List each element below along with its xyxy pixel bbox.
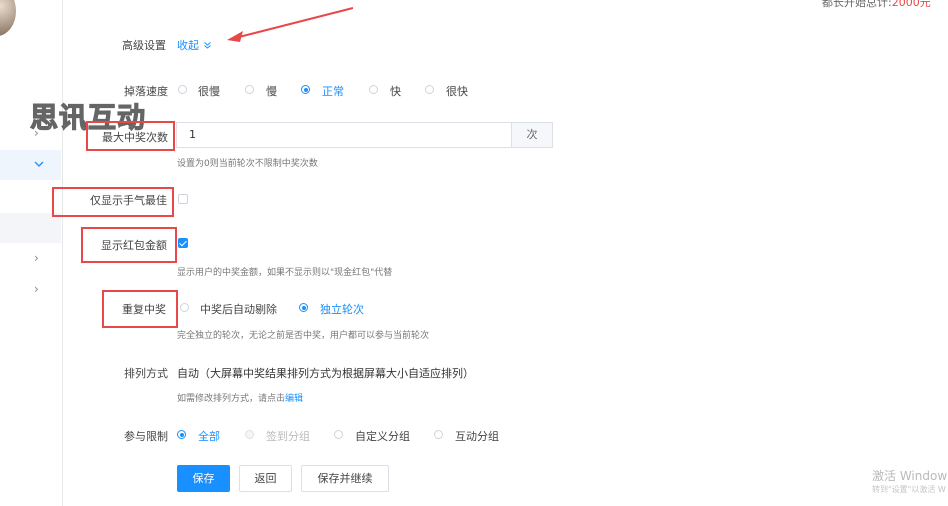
speed-option-fast[interactable]: 快	[390, 83, 401, 99]
sidebar: › › ›	[0, 0, 63, 506]
speed-option-very-slow[interactable]: 很慢	[198, 83, 220, 99]
participation-option-all[interactable]: 全部	[198, 428, 220, 444]
total-summary: 都长开始总计:2000元	[822, 0, 931, 10]
max-wins-hint: 设置为0则当前轮次不限制中奖次数	[177, 159, 318, 169]
participation-option-checkin: 签到分组	[266, 430, 310, 443]
only-best-checkbox[interactable]	[178, 194, 188, 204]
os-activation-title: 激活 Window	[872, 469, 948, 483]
repeat-option-auto-remove[interactable]: 中奖后自动剔除	[200, 301, 277, 317]
repeat-radio-auto-remove[interactable]	[180, 303, 189, 312]
participation-radio-all[interactable]	[177, 430, 186, 439]
annotation-box-only-best	[52, 187, 174, 217]
double-chevron-down-icon	[203, 42, 211, 49]
back-button[interactable]: 返回	[239, 465, 292, 492]
annotation-box-show-amount	[81, 227, 177, 263]
max-wins-unit: 次	[511, 122, 553, 148]
os-activation-hint: 转到"设置"以激活 W	[872, 485, 946, 494]
show-amount-hint: 显示用户的中奖金额，如果不显示则以"现金红包"代替	[177, 268, 393, 278]
collapse-toggle[interactable]: 收起	[177, 37, 212, 53]
total-label: 都长开始总计:	[822, 0, 892, 9]
repeat-option-independent[interactable]: 独立轮次	[320, 301, 364, 317]
arrange-edit-link[interactable]: 编辑	[285, 394, 303, 404]
arrange-value: 自动（大屏幕中奖结果排列方式为根据屏幕大小自适应排列）	[177, 367, 474, 380]
chevron-down-icon	[34, 161, 44, 167]
participation-radio-interactive[interactable]	[434, 430, 443, 439]
save-continue-button[interactable]: 保存并继续	[301, 465, 389, 492]
participation-radio-custom[interactable]	[334, 430, 343, 439]
advanced-settings-label: 高级设置	[122, 39, 166, 52]
drop-speed-label: 掉落速度	[124, 85, 168, 98]
collapse-toggle-label: 收起	[177, 39, 199, 52]
annotation-box-max-wins	[86, 121, 175, 151]
sidebar-item-2-expanded[interactable]	[0, 150, 61, 180]
total-amount: 2000元	[891, 0, 931, 9]
avatar[interactable]	[0, 0, 16, 36]
max-wins-value: 1	[189, 128, 196, 141]
speed-option-normal[interactable]: 正常	[322, 83, 344, 99]
speed-radio-very-fast[interactable]	[425, 85, 434, 94]
sidebar-subitem-2[interactable]	[0, 213, 61, 243]
sidebar-item-3[interactable]: ›	[0, 245, 61, 275]
speed-radio-normal[interactable]	[301, 85, 310, 94]
show-amount-checkbox[interactable]	[178, 238, 188, 248]
repeat-win-hint: 完全独立的轮次，无论之前是否中奖，用户都可以参与当前轮次	[177, 331, 430, 341]
participation-label: 参与限制	[124, 430, 168, 443]
annotation-arrow-icon	[227, 7, 354, 42]
participation-option-interactive[interactable]: 互动分组	[455, 428, 499, 444]
annotation-box-repeat-win	[102, 290, 178, 328]
arrange-hint: 如需修改排列方式，请点击编辑	[177, 391, 303, 404]
participation-option-custom[interactable]: 自定义分组	[355, 428, 410, 444]
save-button[interactable]: 保存	[177, 465, 230, 492]
sidebar-item-4[interactable]: ›	[0, 276, 61, 306]
chevron-right-icon: ›	[34, 282, 39, 296]
speed-option-very-fast[interactable]: 很快	[446, 83, 468, 99]
speed-radio-fast[interactable]	[369, 85, 378, 94]
speed-radio-slow[interactable]	[245, 85, 254, 94]
speed-radio-very-slow[interactable]	[178, 85, 187, 94]
max-wins-input[interactable]: 1	[176, 122, 512, 148]
arrange-hint-text: 如需修改排列方式，请点击	[177, 394, 286, 404]
chevron-right-icon: ›	[34, 251, 39, 265]
participation-radio-checkin	[245, 430, 254, 439]
arrange-label: 排列方式	[124, 367, 168, 380]
speed-option-slow[interactable]: 慢	[266, 83, 277, 99]
repeat-radio-independent[interactable]	[299, 303, 308, 312]
